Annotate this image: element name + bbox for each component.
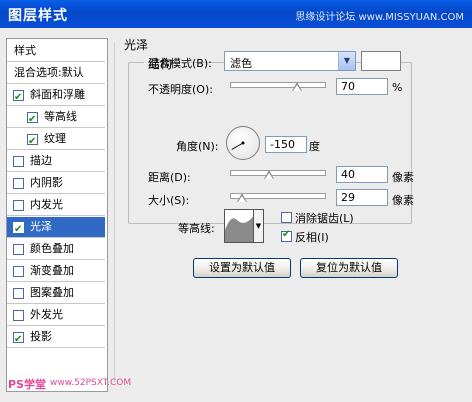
blend-color-swatch[interactable] — [361, 51, 401, 71]
footer-site: www.52PSXT.COM — [50, 378, 132, 388]
angle-unit: 度 — [309, 140, 320, 153]
chevron-down-icon[interactable]: ▼ — [338, 52, 355, 70]
style-list-item[interactable]: 渐变叠加 — [7, 261, 105, 282]
opacity-slider[interactable] — [230, 82, 326, 91]
style-list-item[interactable]: 外发光 — [7, 305, 105, 326]
style-checkbox[interactable] — [27, 132, 38, 152]
chevron-down-icon[interactable]: ▼ — [253, 210, 263, 242]
watermark: 思缘设计论坛 www.MISSYUAN.COM — [295, 12, 464, 23]
size-slider-thumb[interactable] — [237, 193, 248, 202]
style-checkbox[interactable] — [13, 330, 24, 350]
style-list-item[interactable]: 斜面和浮雕 — [7, 85, 105, 108]
contour-curve-icon — [225, 214, 255, 242]
blend-mode-label: 混合模式(B): — [148, 57, 212, 70]
style-list-item[interactable]: 内发光 — [7, 195, 105, 216]
opacity-input[interactable]: 70 — [336, 78, 388, 95]
title-bar: 图层样式 思缘设计论坛 www.MISSYUAN.COM — [0, 0, 472, 28]
angle-input[interactable]: -150 — [265, 136, 307, 153]
satin-group-title: 光泽 — [120, 36, 153, 53]
style-list-item-label: 外发光 — [30, 308, 63, 321]
style-list-item-label: 内发光 — [30, 198, 63, 211]
style-list-item-label: 混合选项:默认 — [14, 66, 84, 79]
angle-dial[interactable] — [226, 126, 260, 160]
style-checkbox[interactable] — [13, 266, 24, 277]
style-list-item[interactable]: 纹理 — [7, 129, 105, 152]
style-list-item-label: 样式 — [14, 44, 36, 57]
style-list-item[interactable]: 投影 — [7, 327, 105, 350]
style-list-item[interactable]: 等高线 — [7, 107, 105, 130]
style-checkbox[interactable] — [13, 220, 24, 240]
angle-label: 角度(N): — [176, 140, 219, 153]
blend-mode-select[interactable]: 滤色 ▼ — [224, 51, 356, 71]
invert-checkbox[interactable] — [281, 229, 292, 242]
size-input[interactable]: 29 — [336, 189, 388, 206]
blend-mode-value: 滤色 — [230, 57, 252, 70]
style-list-item[interactable]: 颜色叠加 — [7, 239, 105, 260]
style-list-item-label: 颜色叠加 — [30, 242, 74, 255]
style-list-item-label: 光泽 — [30, 220, 52, 233]
style-list-item[interactable]: 光泽 — [7, 217, 105, 240]
style-list: 样式混合选项:默认斜面和浮雕等高线纹理描边内阴影内发光光泽颜色叠加渐变叠加图案叠… — [6, 38, 108, 392]
distance-unit: 像素 — [392, 171, 414, 184]
style-checkbox[interactable] — [13, 244, 24, 255]
style-checkbox[interactable] — [13, 178, 24, 189]
style-list-item-label: 斜面和浮雕 — [30, 88, 85, 101]
anti-alias-label: 消除锯齿(L) — [295, 212, 354, 225]
distance-slider[interactable] — [230, 170, 326, 179]
contour-picker[interactable]: ▼ — [224, 209, 264, 243]
distance-input[interactable]: 40 — [336, 166, 388, 183]
opacity-unit: % — [392, 81, 403, 94]
style-checkbox[interactable] — [13, 200, 24, 211]
style-list-item-label: 等高线 — [44, 110, 77, 123]
distance-slider-thumb[interactable] — [263, 170, 274, 179]
size-slider[interactable] — [230, 193, 326, 202]
style-list-item[interactable]: 内阴影 — [7, 173, 105, 194]
window-title: 图层样式 — [8, 8, 68, 24]
size-unit: 像素 — [392, 194, 414, 207]
opacity-label: 不透明度(O): — [148, 83, 213, 96]
angle-dial-needle — [231, 141, 245, 150]
style-list-item-label: 纹理 — [44, 132, 66, 145]
make-default-button[interactable]: 设置为默认值 — [193, 258, 291, 278]
style-checkbox[interactable] — [13, 156, 24, 167]
style-checkbox[interactable] — [13, 88, 24, 108]
style-list-item-label: 图案叠加 — [30, 286, 74, 299]
style-list-item[interactable]: 样式 — [7, 41, 105, 62]
style-list-item-label: 投影 — [30, 330, 52, 343]
contour-label: 等高线: — [178, 222, 215, 235]
style-checkbox[interactable] — [27, 110, 38, 130]
style-list-item[interactable]: 描边 — [7, 151, 105, 172]
footer-logo: PS学堂 — [8, 378, 46, 391]
style-list-item[interactable]: 图案叠加 — [7, 283, 105, 304]
layer-style-dialog: 样式混合选项:默认斜面和浮雕等高线纹理描边内阴影内发光光泽颜色叠加渐变叠加图案叠… — [0, 28, 472, 402]
invert-label: 反相(I) — [295, 231, 329, 244]
distance-label: 距离(D): — [148, 171, 191, 184]
size-label: 大小(S): — [148, 194, 190, 207]
style-checkbox[interactable] — [13, 288, 24, 299]
reset-default-button[interactable]: 复位为默认值 — [300, 258, 398, 278]
style-list-item-label: 渐变叠加 — [30, 264, 74, 277]
style-list-item-label: 描边 — [30, 154, 52, 167]
style-list-item[interactable]: 混合选项:默认 — [7, 63, 105, 84]
style-checkbox[interactable] — [13, 310, 24, 321]
opacity-slider-thumb[interactable] — [291, 82, 302, 91]
style-list-item-label: 内阴影 — [30, 176, 63, 189]
anti-alias-checkbox[interactable] — [281, 212, 292, 223]
